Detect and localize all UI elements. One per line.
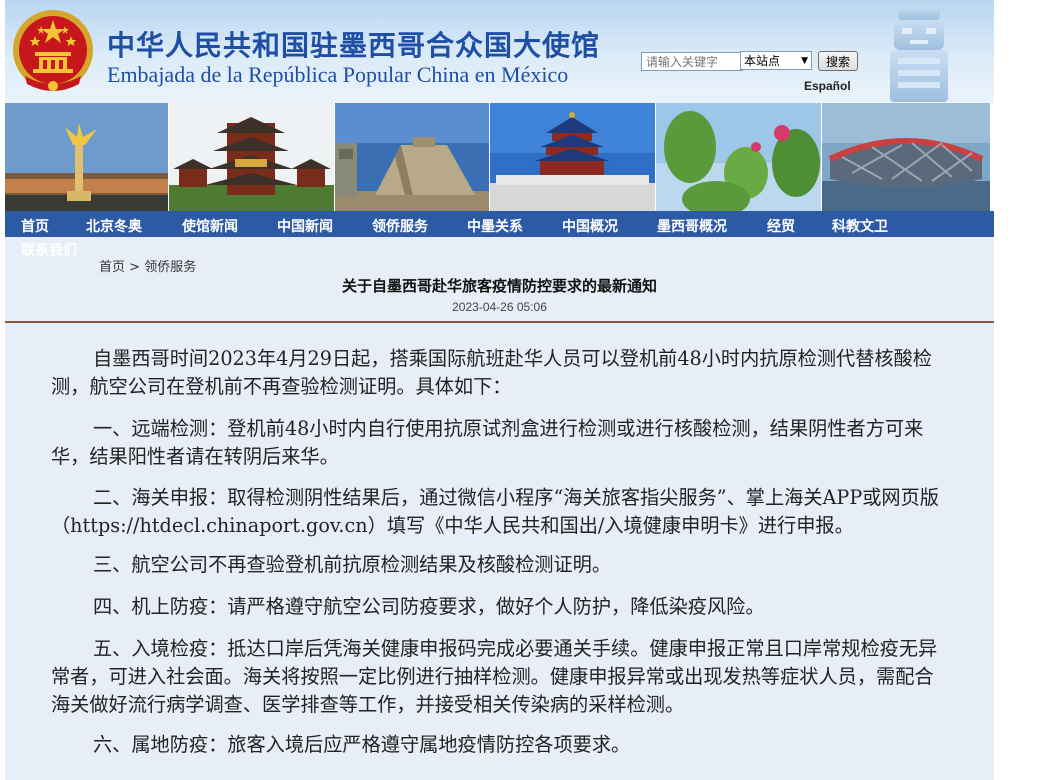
stone-statue-decoration [890, 6, 948, 102]
nav-item-beijing-olympics[interactable]: 北京冬奥 [86, 216, 142, 236]
site-title-chinese: 中华人民共和国驻墨西哥合众国大使馆 [107, 29, 601, 62]
search-button[interactable]: 搜索 [818, 51, 858, 71]
nav-item-contact-us[interactable]: 联系我们 [21, 240, 77, 260]
article-paragraph: 二、海关申报：取得检测阴性结果后，通过微信小程序“海关旅客指尖服务”、掌上海关A… [51, 486, 939, 537]
nav-item-consular-services[interactable]: 领侨服务 [372, 216, 428, 236]
nav-item-about-china[interactable]: 中国概况 [562, 216, 618, 236]
banner-photo-birds-nest-stadium [822, 103, 990, 211]
search-scope-value: 本站点 [744, 54, 781, 68]
breadcrumb-home-link[interactable]: 首页 [99, 260, 125, 275]
page-container: 中华人民共和国驻墨西哥合众国大使馆 Embajada de la Repúbli… [5, 0, 994, 780]
photo-banner [5, 103, 994, 211]
nav-item-embassy-news[interactable]: 使馆新闻 [182, 216, 238, 236]
search-scope-select[interactable]: 本站点 ▼ [740, 51, 812, 70]
nav-item-home[interactable]: 首页 [21, 216, 49, 236]
article-paragraph: 六、属地防疫：旅客入境后应严格遵守属地疫情防控各项要求。 [93, 733, 631, 756]
article-paragraph: 三、航空公司不再查验登机前抗原检测结果及核酸检测证明。 [93, 553, 612, 576]
banner-photo-cactus [656, 103, 821, 211]
nav-item-science-education-culture[interactable]: 科教文卫 [832, 216, 888, 236]
banner-photo-yellow-crane-tower [169, 103, 334, 211]
title-divider [5, 321, 994, 323]
article-date: 2023-04-26 05:06 [452, 300, 547, 314]
site-title-spanish: Embajada de la República Popular China e… [107, 62, 569, 87]
national-emblem-icon [13, 10, 93, 91]
nav-item-china-news[interactable]: 中国新闻 [277, 216, 333, 236]
article-title: 关于自墨西哥赴华旅客疫情防控要求的最新通知 [341, 277, 657, 295]
article-paragraph: 四、机上防疫：请严格遵守航空公司防疫要求，做好个人防护，降低染疫风险。 [93, 595, 765, 618]
main-navigation: 首页 北京冬奥 使馆新闻 中国新闻 领侨服务 中墨关系 中国概况 墨西哥概况 经… [5, 211, 994, 237]
article-paragraph: 自墨西哥时间2023年4月29日起，搭乘国际航班赴华人员可以登机前48小时内抗原… [51, 347, 932, 398]
chevron-down-icon: ▼ [801, 55, 808, 66]
breadcrumb-separator: > [125, 260, 145, 275]
banner-photo-chichen-itza [335, 103, 489, 211]
breadcrumb-current-link[interactable]: 领侨服务 [144, 260, 196, 275]
banner-photo-angel-monument [5, 103, 168, 211]
nav-item-china-mexico-relations[interactable]: 中墨关系 [467, 216, 523, 236]
nav-item-economy-trade[interactable]: 经贸 [767, 216, 795, 236]
page: 中华人民共和国驻墨西哥合众国大使馆 Embajada de la Repúbli… [0, 0, 1041, 780]
nav-item-about-mexico[interactable]: 墨西哥概况 [657, 216, 727, 236]
search-input[interactable] [641, 52, 743, 71]
spanish-language-link[interactable]: Español [804, 79, 851, 93]
banner-photo-temple-of-heaven [490, 103, 655, 211]
site-header: 中华人民共和国驻墨西哥合众国大使馆 Embajada de la Repúbli… [5, 0, 994, 103]
article-paragraph: 五、入境检疫：抵达口岸后凭海关健康申报码完成必要通关手续。健康申报正常且口岸常规… [51, 637, 938, 716]
article-paragraph: 一、远端检测：登机前48小时内自行使用抗原试剂盒进行检测或进行核酸检测，结果阴性… [51, 417, 924, 468]
breadcrumb: 首页 > 领侨服务 [99, 256, 196, 275]
